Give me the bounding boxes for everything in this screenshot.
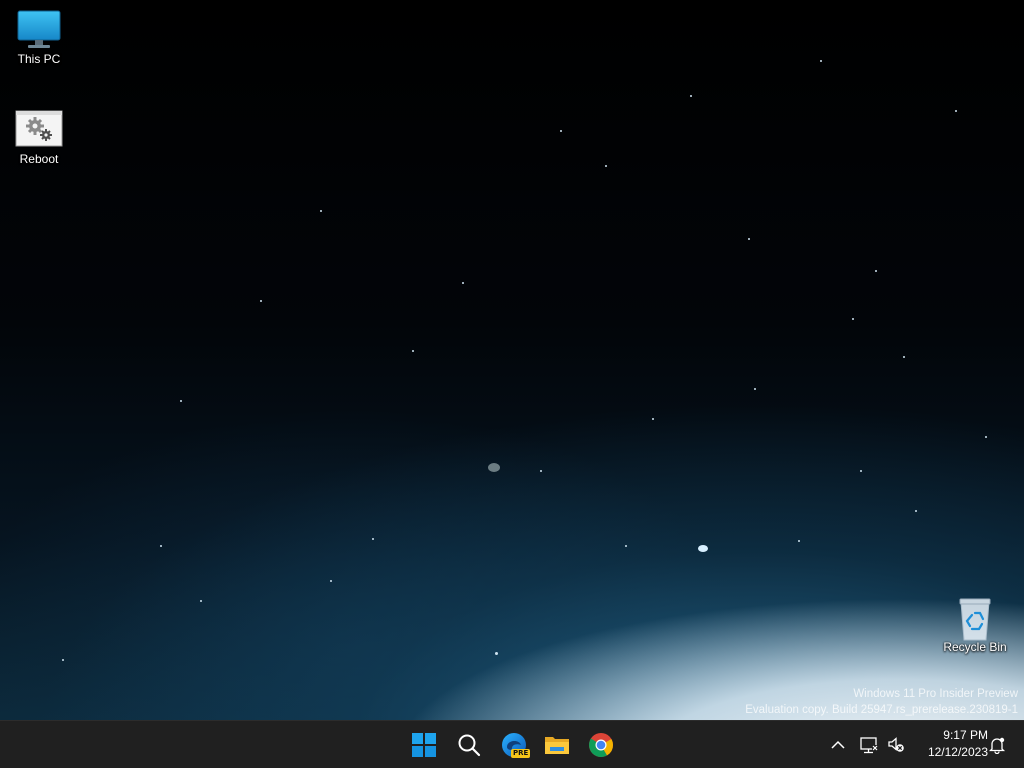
clock-time: 9:17 PM bbox=[943, 728, 988, 742]
star bbox=[985, 436, 987, 438]
star bbox=[754, 388, 756, 390]
monitor-icon bbox=[15, 8, 63, 48]
clock-button[interactable]: 9:17 PM 12/12/2023 bbox=[912, 727, 988, 761]
desktop-icon-reboot[interactable]: Reboot bbox=[2, 108, 76, 166]
star bbox=[412, 350, 414, 352]
notifications-button[interactable] bbox=[986, 729, 1008, 761]
network-icon bbox=[860, 737, 878, 754]
star bbox=[462, 282, 464, 284]
desktop-icon-this-pc[interactable]: This PC bbox=[2, 8, 76, 66]
star bbox=[605, 165, 607, 167]
windows-watermark: Windows 11 Pro Insider Preview Evaluatio… bbox=[745, 686, 1018, 718]
star bbox=[748, 238, 750, 240]
chrome-button[interactable] bbox=[581, 725, 621, 765]
edge-canary-button[interactable]: PRE bbox=[494, 725, 534, 765]
clock-date: 12/12/2023 bbox=[927, 745, 988, 759]
star bbox=[625, 545, 627, 547]
windows-logo-icon bbox=[412, 733, 436, 757]
gear-window-icon bbox=[15, 108, 63, 148]
chevron-up-icon bbox=[831, 740, 845, 749]
star bbox=[875, 270, 877, 272]
taskbar: PRE 9:17 PM 12/12/2023 bbox=[0, 720, 1024, 768]
desktop-icon-label: This PC bbox=[17, 52, 61, 66]
search-icon bbox=[458, 734, 481, 757]
desktop-icon-recycle-bin[interactable]: Recycle Bin bbox=[938, 596, 1012, 654]
star bbox=[200, 600, 202, 602]
watermark-edition: Windows 11 Pro Insider Preview bbox=[853, 688, 1018, 700]
edge-pre-badge: PRE bbox=[511, 749, 531, 758]
start-button[interactable] bbox=[404, 725, 444, 765]
star bbox=[330, 580, 332, 582]
edge-canary-icon: PRE bbox=[501, 732, 531, 758]
search-button[interactable] bbox=[449, 725, 489, 765]
notification-bell-icon bbox=[988, 737, 1006, 754]
star bbox=[320, 210, 322, 212]
star bbox=[560, 130, 562, 132]
star bbox=[488, 463, 500, 472]
star bbox=[690, 95, 692, 97]
star bbox=[955, 110, 957, 112]
star bbox=[852, 318, 854, 320]
star bbox=[495, 652, 498, 655]
network-volume-button[interactable] bbox=[856, 729, 908, 761]
file-explorer-button[interactable] bbox=[537, 725, 577, 765]
star bbox=[180, 400, 182, 402]
star bbox=[160, 545, 162, 547]
show-hidden-icons-button[interactable] bbox=[826, 729, 850, 761]
star bbox=[540, 470, 542, 472]
star bbox=[62, 659, 64, 661]
desktop-wallpaper[interactable]: This PC Reboot Recycle Bin Windows 11 Pr… bbox=[0, 0, 1024, 720]
watermark-build: Evaluation copy. Build 25947.rs_prerelea… bbox=[745, 704, 1018, 716]
star bbox=[652, 418, 654, 420]
speaker-muted-icon bbox=[888, 737, 904, 752]
star bbox=[860, 470, 862, 472]
recycle-bin-icon bbox=[951, 596, 999, 641]
chrome-icon bbox=[589, 733, 613, 758]
desktop-icon-label: Reboot bbox=[19, 152, 59, 166]
star bbox=[260, 300, 262, 302]
star bbox=[798, 540, 800, 542]
desktop-icon-label: Recycle Bin bbox=[943, 640, 1007, 654]
star bbox=[820, 60, 822, 62]
folder-icon bbox=[545, 737, 569, 754]
star bbox=[915, 510, 917, 512]
star bbox=[698, 545, 708, 552]
star bbox=[903, 356, 905, 358]
star bbox=[372, 538, 374, 540]
